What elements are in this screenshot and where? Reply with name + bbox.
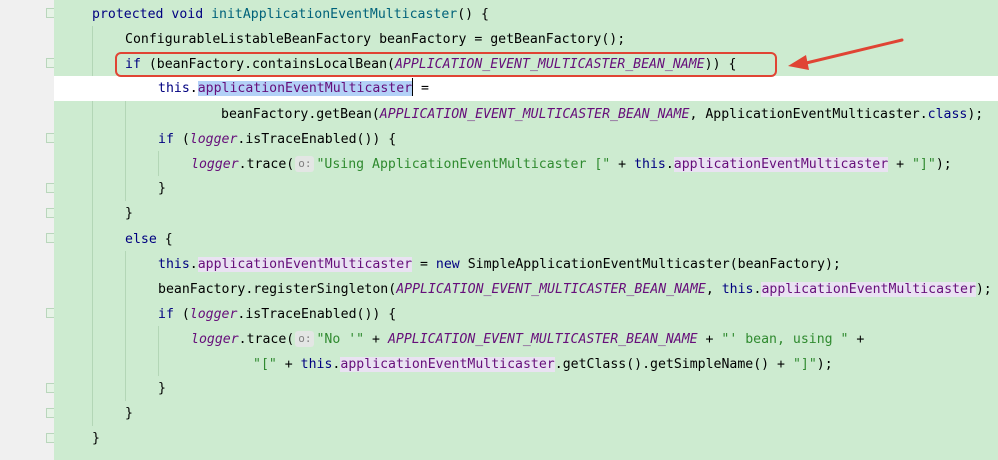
- code-line: if (logger.isTraceEnabled()) {: [158, 307, 397, 322]
- code-line: }: [158, 381, 166, 396]
- red-highlight-box: [115, 52, 777, 77]
- code-line: else {: [125, 232, 173, 247]
- parameter-hint: o:: [295, 331, 315, 347]
- code-line: protected void initApplicationEventMulti…: [92, 7, 489, 22]
- parameter-hint: o:: [295, 156, 315, 172]
- code-line: }: [158, 181, 166, 196]
- red-arrow-icon: [788, 38, 904, 70]
- code-line: }: [125, 406, 133, 421]
- code-line: if (logger.isTraceEnabled()) {: [158, 132, 397, 147]
- code-line: beanFactory.registerSingleton(APPLICATIO…: [158, 282, 992, 297]
- code-line: }: [92, 431, 100, 446]
- code-line: logger.trace(o: "No '" + APPLICATION_EVEN…: [191, 331, 865, 347]
- code-line: ConfigurableListableBeanFactory beanFact…: [125, 32, 626, 47]
- code-line: this.applicationEventMulticaster = new S…: [158, 257, 841, 272]
- code-line-current: this.applicationEventMulticaster =: [54, 76, 998, 101]
- editor-gutter: [0, 0, 56, 460]
- code-line: "[" + this.applicationEventMulticaster.g…: [253, 357, 833, 372]
- code-line: }: [125, 206, 133, 221]
- code-line: beanFactory.getBean(APPLICATION_EVENT_MU…: [221, 107, 984, 122]
- code-line: logger.trace(o: "Using ApplicationEventMu…: [191, 156, 952, 172]
